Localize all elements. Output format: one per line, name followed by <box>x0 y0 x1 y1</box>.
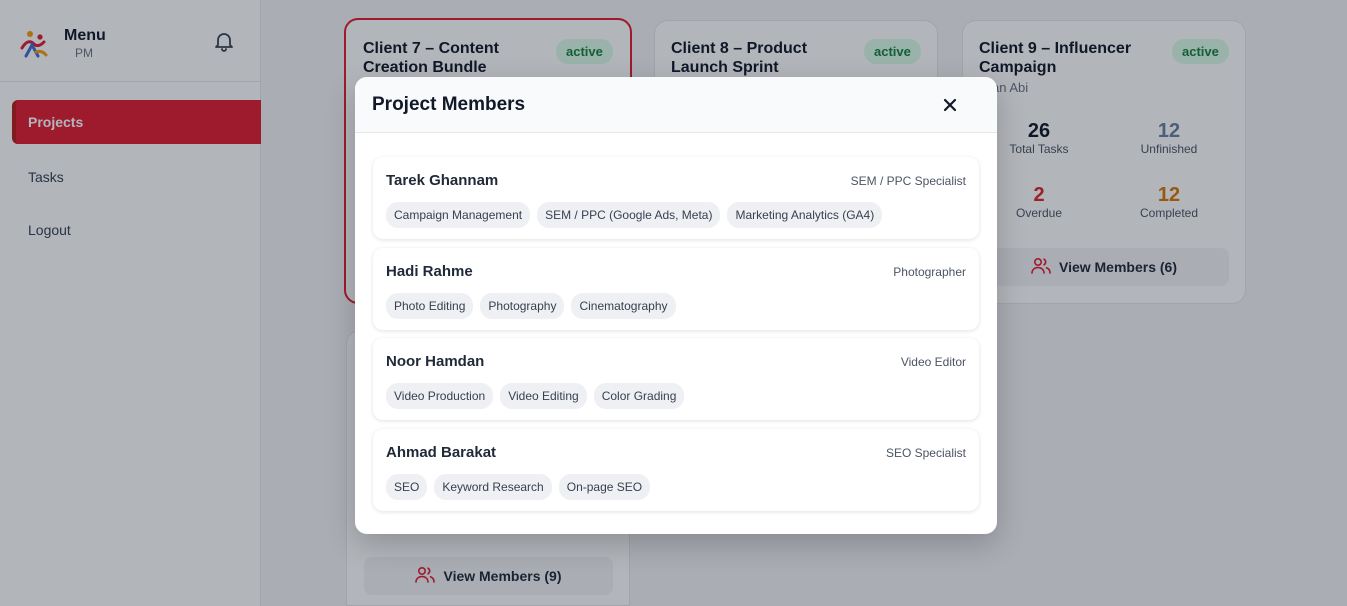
skill-tags: SEO Keyword Research On-page SEO <box>386 474 651 500</box>
member-card: Hadi Rahme Photographer Photo Editing Ph… <box>373 248 979 330</box>
modal-title: Project Members <box>372 94 526 115</box>
member-name: Ahmad Barakat <box>386 444 497 461</box>
skill-tag: Photo Editing <box>386 293 474 319</box>
skill-tag: Cinematography <box>571 293 676 319</box>
member-role: Video Editor <box>900 355 966 369</box>
skill-tag: Keyword Research <box>434 474 552 500</box>
skill-tag: On-page SEO <box>558 474 651 500</box>
skill-tags: Campaign Management SEM / PPC (Google Ad… <box>386 202 883 228</box>
member-name: Hadi Rahme <box>386 263 473 280</box>
skill-tag: Marketing Analytics (GA4) <box>727 202 883 228</box>
member-role: Photographer <box>893 265 966 279</box>
skill-tag: Photography <box>480 293 565 319</box>
skill-tags: Video Production Video Editing Color Gra… <box>386 383 685 409</box>
close-icon[interactable] <box>935 93 965 117</box>
skill-tag: Video Production <box>386 383 494 409</box>
member-card: Tarek Ghannam SEM / PPC Specialist Campa… <box>373 157 979 239</box>
skill-tag: SEM / PPC (Google Ads, Meta) <box>537 202 721 228</box>
skill-tag: SEO <box>386 474 428 500</box>
member-name: Noor Hamdan <box>386 353 485 370</box>
modal-header: Project Members <box>355 77 997 133</box>
member-card: Ahmad Barakat SEO Specialist SEO Keyword… <box>373 429 979 511</box>
skill-tag: Video Editing <box>500 383 587 409</box>
member-role: SEM / PPC Specialist <box>850 174 966 188</box>
project-members-modal: Project Members Tarek Ghannam SEM / PPC … <box>355 77 997 534</box>
member-card: Noor Hamdan Video Editor Video Productio… <box>373 338 979 420</box>
skill-tags: Photo Editing Photography Cinematography <box>386 293 676 319</box>
member-name: Tarek Ghannam <box>386 172 499 189</box>
skill-tag: Color Grading <box>593 383 685 409</box>
member-role: SEO Specialist <box>885 446 966 460</box>
skill-tag: Campaign Management <box>386 202 531 228</box>
